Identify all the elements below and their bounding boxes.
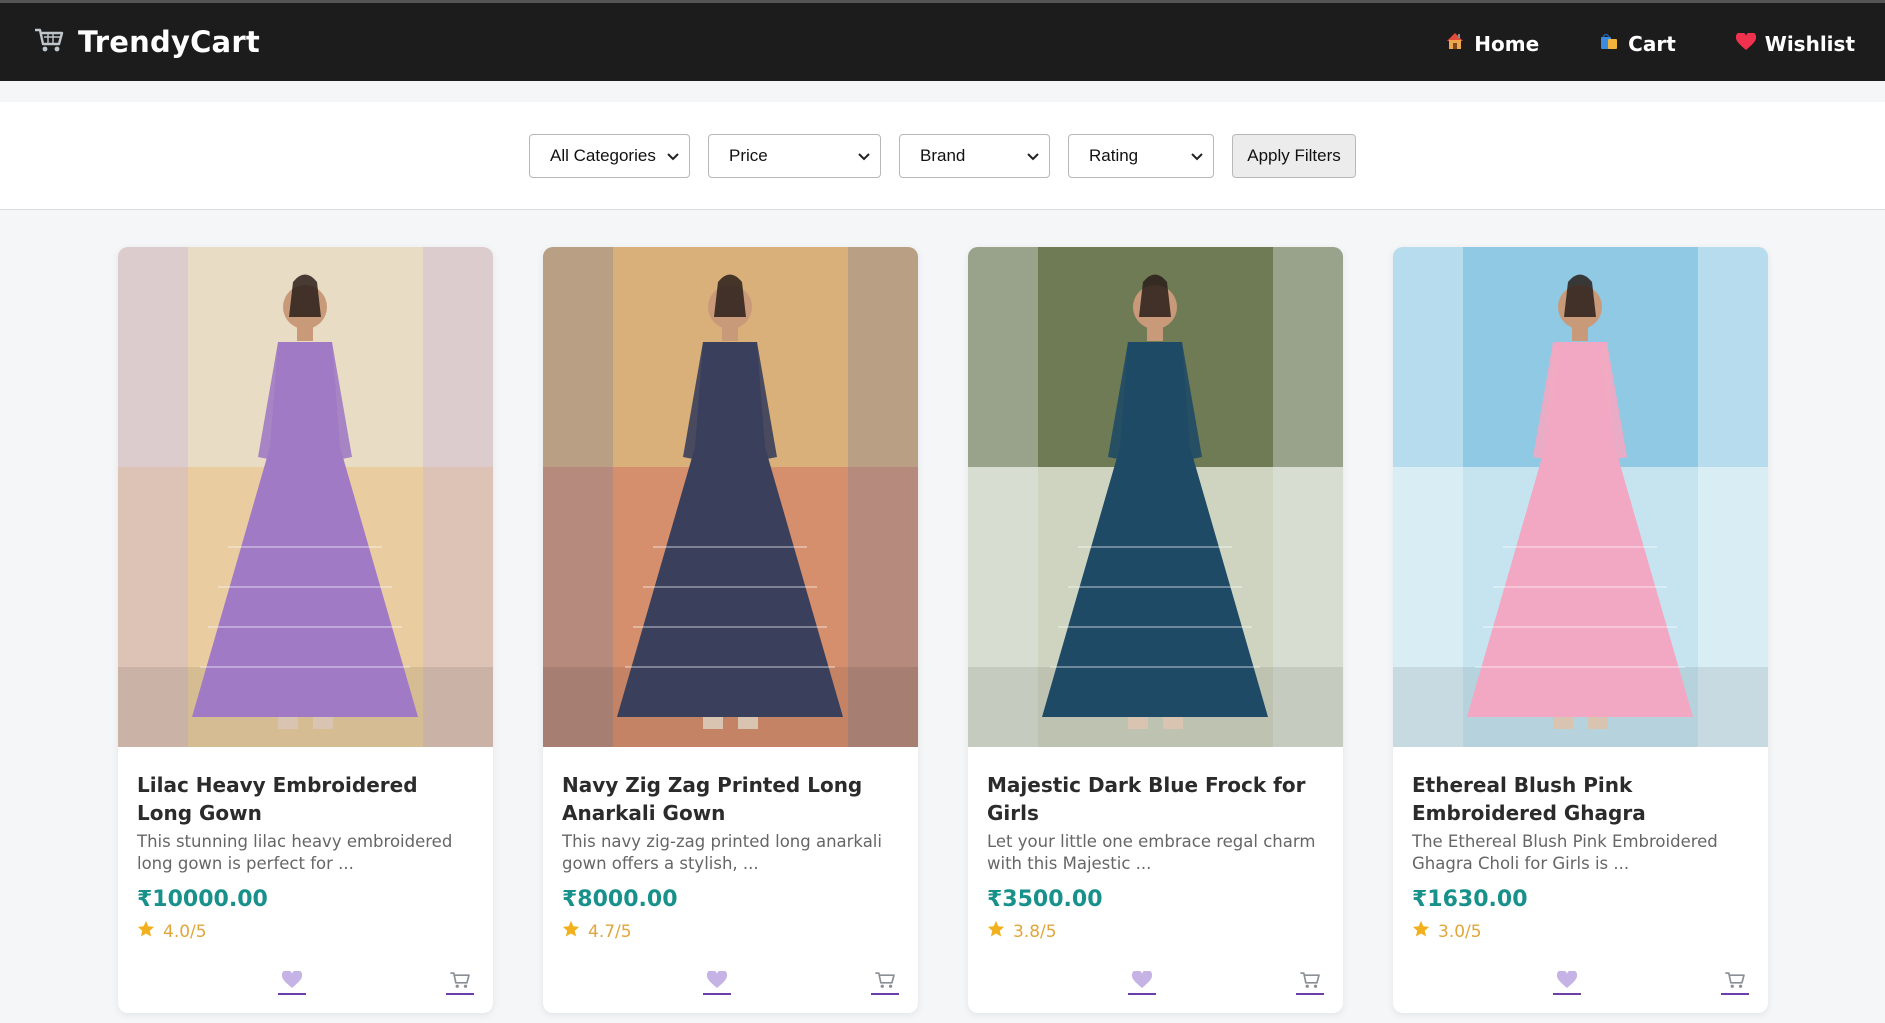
product-rating-value: 4.7/5 <box>588 921 632 942</box>
product-description: This stunning lilac heavy embroidered lo… <box>137 832 453 873</box>
product-card[interactable]: Majestic Dark Blue Frock for Girls Let y… <box>968 247 1343 1013</box>
product-description: This navy zig-zag printed long anarkali … <box>562 832 882 873</box>
add-to-cart-button[interactable] <box>1721 971 1749 995</box>
product-info: Majestic Dark Blue Frock for Girls Let y… <box>987 771 1327 943</box>
product-price: ₹1630.00 <box>1412 887 1528 912</box>
cart-icon <box>1299 971 1321 993</box>
product-rating: 4.0/5 <box>137 920 477 943</box>
product-price: ₹10000.00 <box>137 887 268 912</box>
shopping-bags-icon <box>1599 31 1619 56</box>
product-grid: Lilac Heavy Embroidered Long Gown This s… <box>0 247 1885 1023</box>
product-info: Lilac Heavy Embroidered Long Gown This s… <box>137 771 477 943</box>
brand-select-value: Brand <box>920 146 966 165</box>
product-image[interactable] <box>543 247 918 747</box>
cart-icon <box>874 971 896 993</box>
purple-heart-icon <box>1131 969 1153 993</box>
filter-bar: All Categories Price Brand Rating Apply … <box>0 102 1885 210</box>
nav-cart-label: Cart <box>1628 31 1676 56</box>
product-actions <box>968 969 1343 995</box>
product-rating: 3.8/5 <box>987 920 1327 943</box>
product-actions <box>118 969 493 995</box>
brand-name: TrendyCart <box>78 25 260 59</box>
product-price: ₹3500.00 <box>987 887 1103 912</box>
purple-heart-icon <box>1556 969 1578 993</box>
product-info: Ethereal Blush Pink Embroidered Ghagra T… <box>1412 771 1752 943</box>
price-select-value: Price <box>729 146 768 165</box>
star-icon <box>137 920 155 943</box>
add-to-cart-button[interactable] <box>1296 971 1324 995</box>
nav-wishlist-label: Wishlist <box>1764 31 1855 56</box>
product-card[interactable]: Lilac Heavy Embroidered Long Gown This s… <box>118 247 493 1013</box>
product-rating: 3.0/5 <box>1412 920 1752 943</box>
shopping-cart-logo-icon <box>34 27 64 57</box>
category-select[interactable]: All Categories <box>529 134 690 178</box>
product-price: ₹8000.00 <box>562 887 678 912</box>
product-actions <box>1393 969 1768 995</box>
add-to-cart-button[interactable] <box>446 971 474 995</box>
chevron-down-icon <box>1027 146 1039 166</box>
nav-cart-link[interactable]: Cart <box>1599 31 1676 56</box>
product-description: Let your little one embrace regal charm … <box>987 832 1316 873</box>
product-info: Navy Zig Zag Printed Long Anarkali Gown … <box>562 771 902 943</box>
nav-wishlist-link[interactable]: Wishlist <box>1735 31 1855 56</box>
chevron-down-icon <box>667 146 679 166</box>
star-icon <box>1412 920 1430 943</box>
cart-icon <box>1724 971 1746 993</box>
nav-home-label: Home <box>1474 31 1540 56</box>
chevron-down-icon <box>858 146 870 166</box>
apply-filters-button[interactable]: Apply Filters <box>1232 134 1356 178</box>
chevron-down-icon <box>1191 146 1203 166</box>
add-to-wishlist-button[interactable] <box>1553 969 1581 995</box>
product-card[interactable]: Ethereal Blush Pink Embroidered Ghagra T… <box>1393 247 1768 1013</box>
product-image[interactable] <box>968 247 1343 747</box>
product-rating-value: 3.0/5 <box>1438 921 1482 942</box>
product-card[interactable]: Navy Zig Zag Printed Long Anarkali Gown … <box>543 247 918 1013</box>
add-to-cart-button[interactable] <box>871 971 899 995</box>
product-title[interactable]: Majestic Dark Blue Frock for Girls <box>987 771 1327 827</box>
product-title[interactable]: Navy Zig Zag Printed Long Anarkali Gown <box>562 771 902 827</box>
home-icon <box>1445 31 1465 56</box>
add-to-wishlist-button[interactable] <box>278 969 306 995</box>
product-rating-value: 3.8/5 <box>1013 921 1057 942</box>
price-select[interactable]: Price <box>708 134 881 178</box>
product-title[interactable]: Ethereal Blush Pink Embroidered Ghagra <box>1412 771 1752 827</box>
brand-select[interactable]: Brand <box>899 134 1050 178</box>
star-icon <box>562 920 580 943</box>
product-rating: 4.7/5 <box>562 920 902 943</box>
add-to-wishlist-button[interactable] <box>703 969 731 995</box>
add-to-wishlist-button[interactable] <box>1128 969 1156 995</box>
product-description: The Ethereal Blush Pink Embroidered Ghag… <box>1412 832 1718 873</box>
purple-heart-icon <box>281 969 303 993</box>
top-navbar: TrendyCart Home Cart Wishlist <box>0 0 1885 81</box>
brand[interactable]: TrendyCart <box>34 25 260 59</box>
purple-heart-icon <box>706 969 728 993</box>
product-title[interactable]: Lilac Heavy Embroidered Long Gown <box>137 771 477 827</box>
product-rating-value: 4.0/5 <box>163 921 207 942</box>
rating-select[interactable]: Rating <box>1068 134 1214 178</box>
cart-icon <box>449 971 471 993</box>
category-select-value: All Categories <box>550 146 656 165</box>
product-image[interactable] <box>1393 247 1768 747</box>
star-icon <box>987 920 1005 943</box>
product-image[interactable] <box>118 247 493 747</box>
heart-icon <box>1735 31 1756 56</box>
product-actions <box>543 969 918 995</box>
nav-home-link[interactable]: Home <box>1445 31 1539 56</box>
rating-select-value: Rating <box>1089 146 1139 165</box>
main-nav: Home Cart Wishlist <box>1445 31 1855 56</box>
